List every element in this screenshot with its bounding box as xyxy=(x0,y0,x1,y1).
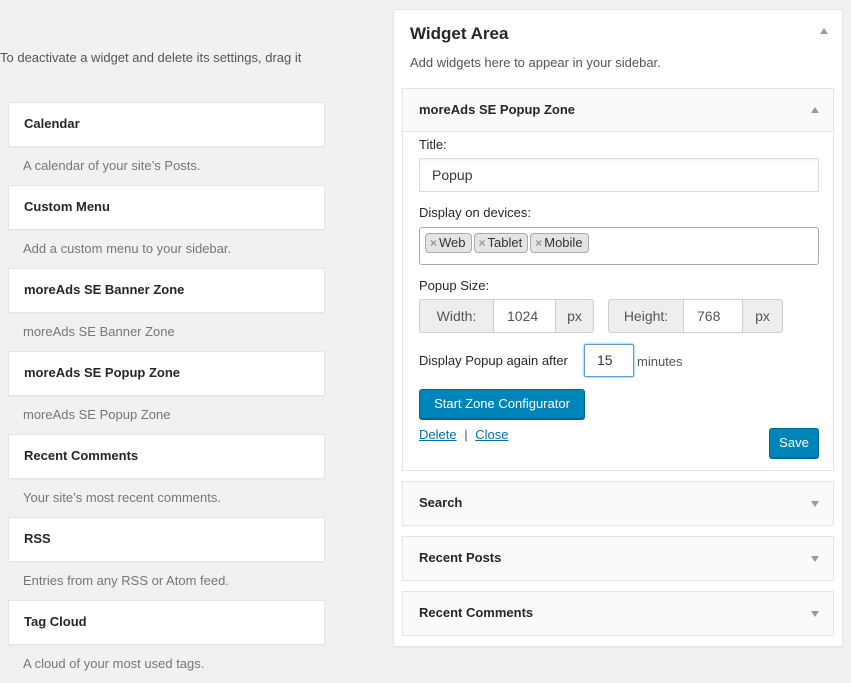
sidebar-widget-area: Widget Area Add widgets here to appear i… xyxy=(393,9,843,647)
available-widget: RSS Entries from any RSS or Atom feed. xyxy=(8,517,325,600)
height-label: Height: xyxy=(608,299,684,333)
width-input[interactable]: 1024 xyxy=(494,299,555,333)
available-widget-title[interactable]: Calendar xyxy=(8,102,325,147)
widget-collapse-arrow-icon[interactable] xyxy=(811,107,819,113)
device-tag-label: Tablet xyxy=(487,235,523,250)
available-widget-title[interactable]: Tag Cloud xyxy=(8,600,325,645)
height-unit: px xyxy=(742,299,783,333)
title-label: Title: xyxy=(419,137,447,152)
available-widget-description: moreAds SE Popup Zone xyxy=(23,407,171,422)
remove-tag-icon[interactable]: × xyxy=(430,236,437,250)
link-separator: | xyxy=(464,427,468,442)
widget-control-links: Delete | Close xyxy=(419,427,508,442)
available-widget-description: Entries from any RSS or Atom feed. xyxy=(23,573,229,588)
remove-tag-icon[interactable]: × xyxy=(535,236,542,250)
available-widget: Tag Cloud A cloud of your most used tags… xyxy=(8,600,325,683)
title-input[interactable]: Popup xyxy=(419,158,819,192)
available-widget-description: Your site’s most recent comments. xyxy=(23,490,221,505)
available-widget-title[interactable]: RSS xyxy=(8,517,325,562)
available-widget: Custom Menu Add a custom menu to your si… xyxy=(8,185,325,268)
devices-multiselect[interactable]: × Web × Tablet × Mobile xyxy=(419,227,819,265)
widget-title: Search xyxy=(419,495,463,510)
available-widget: moreAds SE Banner Zone moreAds SE Banner… xyxy=(8,268,325,351)
recent-comments-widget[interactable]: Recent Comments xyxy=(402,591,834,636)
device-tag: × Web xyxy=(425,233,472,253)
available-widget: Calendar A calendar of your site’s Posts… xyxy=(8,102,325,185)
close-link[interactable]: Close xyxy=(475,427,508,442)
height-input-group: Height: 768 px xyxy=(608,299,783,333)
popup-zone-widget: moreAds SE Popup Zone Title: Popup Displ… xyxy=(402,88,834,471)
sidebar-description: Add widgets here to appear in your sideb… xyxy=(410,55,661,70)
popup-size-label: Popup Size: xyxy=(419,278,490,293)
device-tag: × Tablet xyxy=(473,233,529,253)
widget-expand-arrow-icon[interactable] xyxy=(811,501,819,507)
minutes-label: minutes xyxy=(637,354,683,369)
widget-expand-arrow-icon[interactable] xyxy=(811,556,819,562)
available-widget-description: moreAds SE Banner Zone xyxy=(23,324,175,339)
search-widget[interactable]: Search xyxy=(402,481,834,526)
start-zone-configurator-button[interactable]: Start Zone Configurator xyxy=(419,389,585,419)
display-again-input[interactable]: 15 xyxy=(584,344,634,377)
display-again-label: Display Popup again after xyxy=(419,353,568,368)
available-widget-title[interactable]: moreAds SE Popup Zone xyxy=(8,351,325,396)
save-button[interactable]: Save xyxy=(769,428,819,458)
widget-title: Recent Comments xyxy=(419,605,534,620)
widget-header[interactable]: moreAds SE Popup Zone xyxy=(403,89,833,132)
widget-expand-arrow-icon[interactable] xyxy=(811,611,819,617)
available-widget-description: Add a custom menu to your sidebar. xyxy=(23,241,232,256)
available-widgets-list: Calendar A calendar of your site’s Posts… xyxy=(8,102,325,683)
width-input-group: Width: 1024 px xyxy=(419,299,594,333)
devices-label: Display on devices: xyxy=(419,205,531,220)
recent-posts-widget[interactable]: Recent Posts xyxy=(402,536,834,581)
sidebar-collapse-arrow-icon[interactable] xyxy=(820,28,828,34)
device-tag: × Mobile xyxy=(530,233,589,253)
widget-title: Recent Posts xyxy=(419,550,502,565)
width-label: Width: xyxy=(419,299,494,333)
widget-title: moreAds SE Popup Zone xyxy=(419,102,576,117)
available-widget-description: A cloud of your most used tags. xyxy=(23,656,205,671)
available-widget: moreAds SE Popup Zone moreAds SE Popup Z… xyxy=(8,351,325,434)
available-widget-title[interactable]: Recent Comments xyxy=(8,434,325,479)
sidebar-title: Widget Area xyxy=(410,24,509,43)
available-widget-description: A calendar of your site’s Posts. xyxy=(23,158,201,173)
available-widget-title[interactable]: moreAds SE Banner Zone xyxy=(8,268,325,313)
device-tag-label: Web xyxy=(439,235,466,250)
device-tag-label: Mobile xyxy=(544,235,583,250)
delete-link[interactable]: Delete xyxy=(419,427,457,442)
available-widget: Recent Comments Your site’s most recent … xyxy=(8,434,325,517)
available-widget-title[interactable]: Custom Menu xyxy=(8,185,325,230)
remove-tag-icon[interactable]: × xyxy=(479,236,486,250)
width-unit: px xyxy=(555,299,594,333)
widgets-intro-text: To deactivate a widget and delete its se… xyxy=(0,50,302,65)
height-input[interactable]: 768 xyxy=(684,299,742,333)
